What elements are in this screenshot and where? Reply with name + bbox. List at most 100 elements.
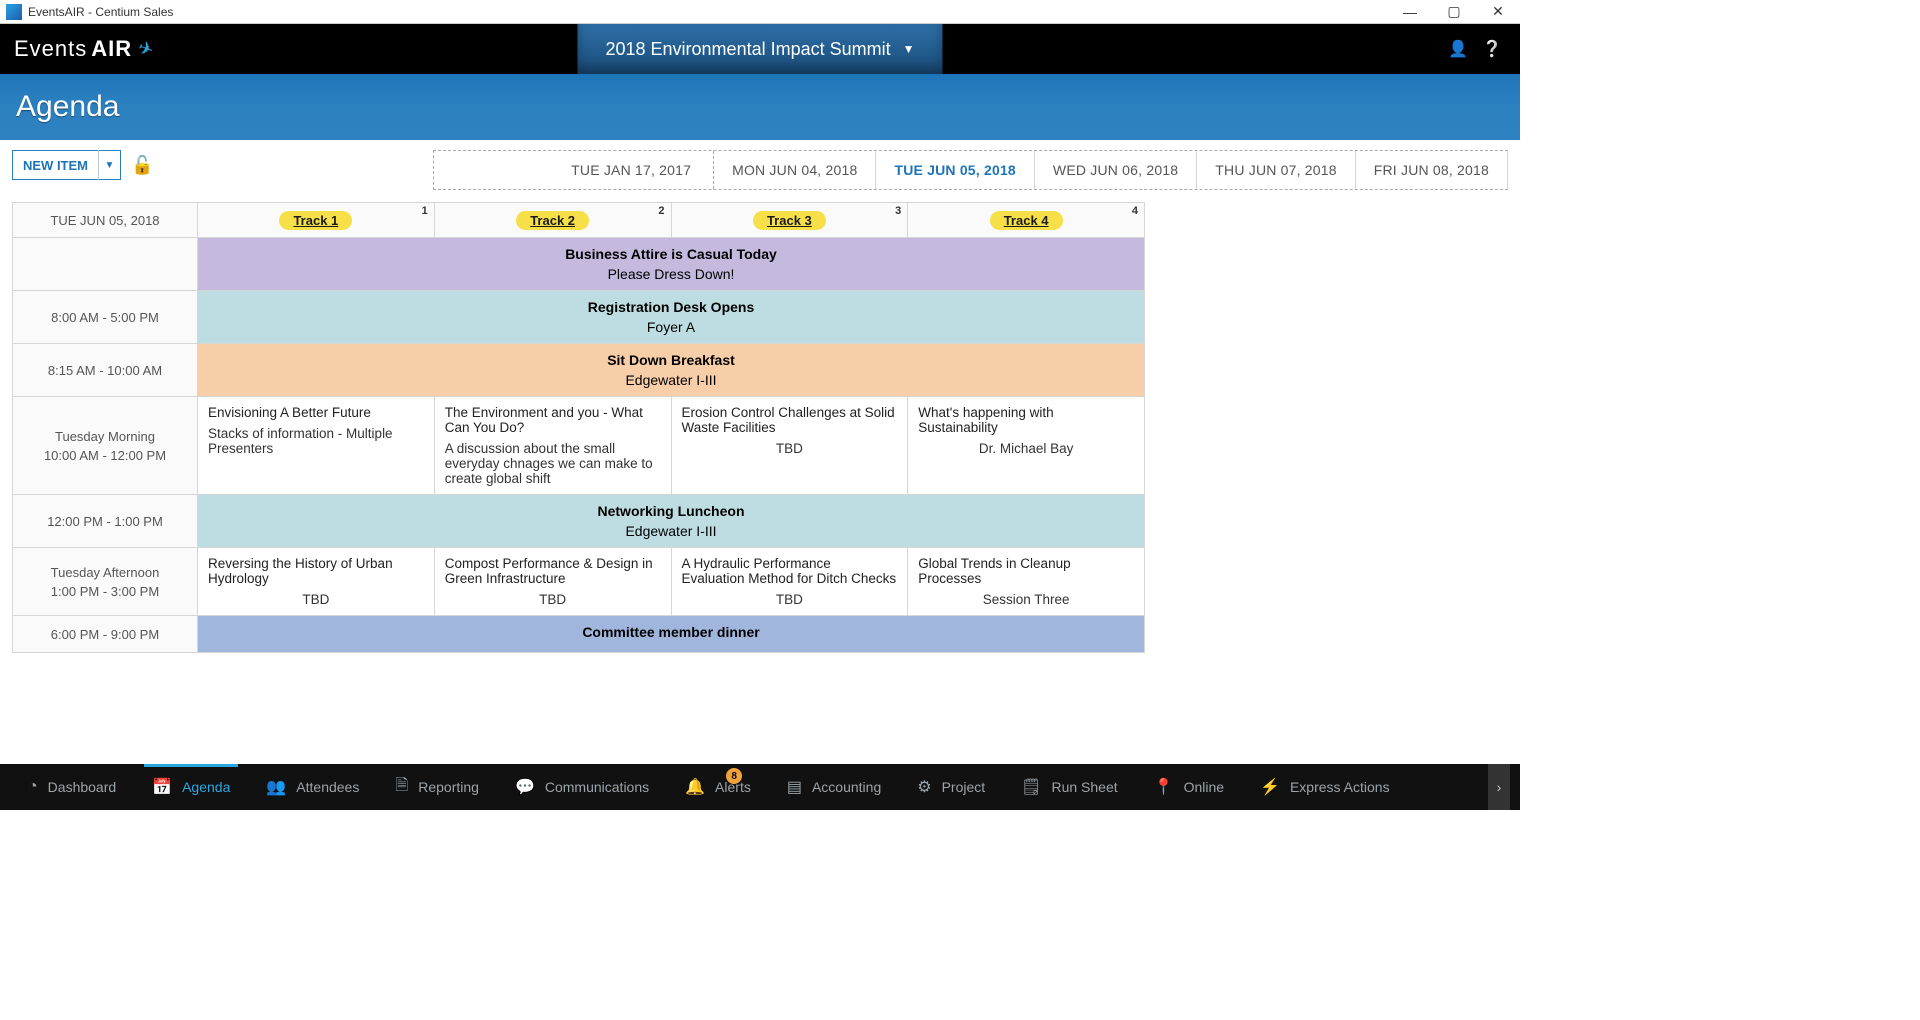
date-tab[interactable]: TUE JUN 05, 2018	[876, 151, 1034, 189]
full-width-block[interactable]: Business Attire is Casual TodayPlease Dr…	[198, 238, 1144, 290]
session-cell[interactable]: The Environment and you - What Can You D…	[435, 397, 672, 494]
date-tab[interactable]: WED JUN 06, 2018	[1035, 151, 1197, 189]
logo-text-2: AIR	[91, 36, 132, 62]
nav-item-agenda[interactable]: 📅Agenda	[134, 764, 248, 810]
window-minimize-button[interactable]: —	[1388, 0, 1432, 24]
nav-scroll-right[interactable]: ›	[1488, 764, 1510, 810]
page-title: Agenda	[16, 90, 119, 124]
track-pill[interactable]: Track 3	[753, 211, 826, 230]
block-title: Committee member dinner	[204, 624, 1138, 640]
time-cell: Tuesday Afternoon1:00 PM - 3:00 PM	[13, 548, 198, 615]
full-width-block[interactable]: Committee member dinner	[198, 616, 1144, 652]
track-number: 1	[422, 205, 428, 217]
project-icon: ⚙	[917, 777, 931, 797]
help-icon[interactable]: ❔	[1482, 39, 1502, 59]
event-selector[interactable]: 2018 Environmental Impact Summit ▼	[577, 24, 942, 74]
nav-label: Attendees	[296, 779, 359, 795]
track-pill[interactable]: Track 2	[516, 211, 589, 230]
time-cell: 8:15 AM - 10:00 AM	[13, 344, 198, 396]
session-sub: TBD	[682, 441, 898, 456]
new-item-dropdown-toggle[interactable]: ▼	[98, 150, 120, 180]
window-close-button[interactable]: ✕	[1476, 0, 1520, 24]
time-cell	[13, 238, 198, 290]
track-pill[interactable]: Track 1	[279, 211, 352, 230]
track-header[interactable]: 4Track 4	[908, 203, 1144, 237]
nav-label: Agenda	[182, 779, 230, 795]
reporting-icon: 🗎	[395, 774, 408, 801]
run-sheet-icon: 🗒	[1021, 777, 1041, 797]
agenda-grid: TUE JUN 05, 20181Track 12Track 23Track 3…	[12, 202, 1145, 653]
track-pill[interactable]: Track 4	[990, 211, 1063, 230]
session-title: Global Trends in Cleanup Processes	[918, 556, 1134, 586]
new-item-button[interactable]: NEW ITEM ▼	[12, 150, 121, 180]
nav-label: Accounting	[812, 779, 881, 795]
bottom-nav: ◔ Dashboard 📅Agenda 👥 Attendees 🗎 Reporting 💬 Co…	[0, 764, 1520, 810]
plane-icon: ✈	[135, 36, 157, 61]
app-topbar: EventsAIR✈ 2018 Environmental Impact Sum…	[0, 24, 1520, 74]
nav-item-alerts[interactable]: 🔔Alerts8	[667, 764, 769, 810]
session-cell[interactable]: Global Trends in Cleanup Processes Sessio…	[908, 548, 1144, 615]
full-width-block[interactable]: Registration Desk OpensFoyer A	[198, 291, 1144, 343]
date-tab[interactable]: MON JUN 04, 2018	[714, 151, 876, 189]
session-cell[interactable]: Compost Performance & Design in Green In…	[435, 548, 672, 615]
nav-item-express-actions[interactable]: ⚡Express Actions	[1242, 764, 1408, 810]
time-cell: 6:00 PM - 9:00 PM	[13, 616, 198, 652]
session-title: Reversing the History of Urban Hydrology	[208, 556, 424, 586]
session-title: Compost Performance & Design in Green In…	[445, 556, 661, 586]
nav-label: Online	[1184, 779, 1224, 795]
nav-item-dashboard[interactable]: ◔ Dashboard	[10, 764, 134, 810]
date-tab[interactable]: TUE JAN 17, 2017	[434, 151, 714, 189]
session-sub: TBD	[445, 592, 661, 607]
session-sub: Stacks of information - Multiple Present…	[208, 426, 424, 456]
session-title: Envisioning A Better Future	[208, 405, 424, 420]
nav-label: Dashboard	[48, 779, 117, 795]
time-cell: 8:00 AM - 5:00 PM	[13, 291, 198, 343]
attendees-icon: 👥	[266, 777, 286, 797]
app-icon	[6, 4, 22, 20]
nav-item-communications[interactable]: 💬 Communications	[497, 764, 667, 810]
track-header[interactable]: 1 Track 1	[198, 203, 435, 237]
nav-item-accounting[interactable]: ▤Accounting	[769, 764, 899, 810]
user-icon[interactable]: 👤	[1448, 39, 1468, 59]
block-title: Sit Down Breakfast	[204, 352, 1138, 368]
session-cell[interactable]: Erosion Control Challenges at Solid Wast…	[672, 397, 909, 494]
communications-icon: 💬	[515, 777, 535, 797]
dashboard-icon: ◔	[28, 778, 38, 796]
session-cell[interactable]: Reversing the History of Urban Hydrology…	[198, 548, 435, 615]
block-subtitle: Edgewater I-III	[204, 372, 1138, 388]
date-tab-strip: TUE JAN 17, 2017MON JUN 04, 2018TUE JUN …	[433, 150, 1508, 190]
window-maximize-button[interactable]: ▢	[1432, 0, 1476, 24]
session-sub: A discussion about the small everyday ch…	[445, 441, 661, 486]
alerts-icon: 🔔	[685, 777, 705, 797]
session-cell[interactable]: Envisioning A Better Future Stacks of inf…	[198, 397, 435, 494]
track-header[interactable]: 3Track 3	[672, 203, 909, 237]
nav-item-attendees[interactable]: 👥 Attendees	[248, 764, 377, 810]
date-tab[interactable]: FRI JUN 08, 2018	[1356, 151, 1508, 189]
session-cell[interactable]: A Hydraulic Performance Evaluation Metho…	[672, 548, 909, 615]
nav-label: Communications	[545, 779, 649, 795]
unlock-icon[interactable]: 🔓	[131, 155, 153, 176]
nav-item-online[interactable]: 📍Online	[1136, 764, 1242, 810]
session-sub: Session Three	[918, 592, 1134, 607]
block-title: Networking Luncheon	[204, 503, 1138, 519]
block-title: Business Attire is Casual Today	[204, 246, 1138, 262]
main-content: NEW ITEM ▼ 🔓 TUE JAN 17, 2017MON JUN 04,…	[0, 140, 1520, 764]
app-logo: EventsAIR✈	[0, 36, 154, 62]
window-titlebar: EventsAIR - Centium Sales — ▢ ✕	[0, 0, 1520, 24]
nav-label: Run Sheet	[1051, 779, 1117, 795]
nav-item-reporting[interactable]: 🗎 Reporting	[377, 764, 497, 810]
full-width-block[interactable]: Networking LuncheonEdgewater I-III	[198, 495, 1144, 547]
nav-badge: 8	[726, 768, 742, 784]
window-title: EventsAIR - Centium Sales	[28, 5, 173, 19]
date-tab[interactable]: THU JUN 07, 2018	[1197, 151, 1355, 189]
full-width-block[interactable]: Sit Down Breakfast Edgewater I-III	[198, 344, 1144, 396]
session-sub: TBD	[208, 592, 424, 607]
nav-item-run-sheet[interactable]: 🗒 Run Sheet	[1003, 764, 1135, 810]
session-title: Erosion Control Challenges at Solid Wast…	[682, 405, 898, 435]
nav-item-project[interactable]: ⚙Project	[899, 764, 1003, 810]
session-cell[interactable]: What's happening with SustainabilityDr. …	[908, 397, 1144, 494]
session-title: A Hydraulic Performance Evaluation Metho…	[682, 556, 898, 586]
track-number: 2	[658, 205, 664, 217]
track-header[interactable]: 2 Track 2	[435, 203, 672, 237]
nav-label: Reporting	[418, 779, 479, 795]
